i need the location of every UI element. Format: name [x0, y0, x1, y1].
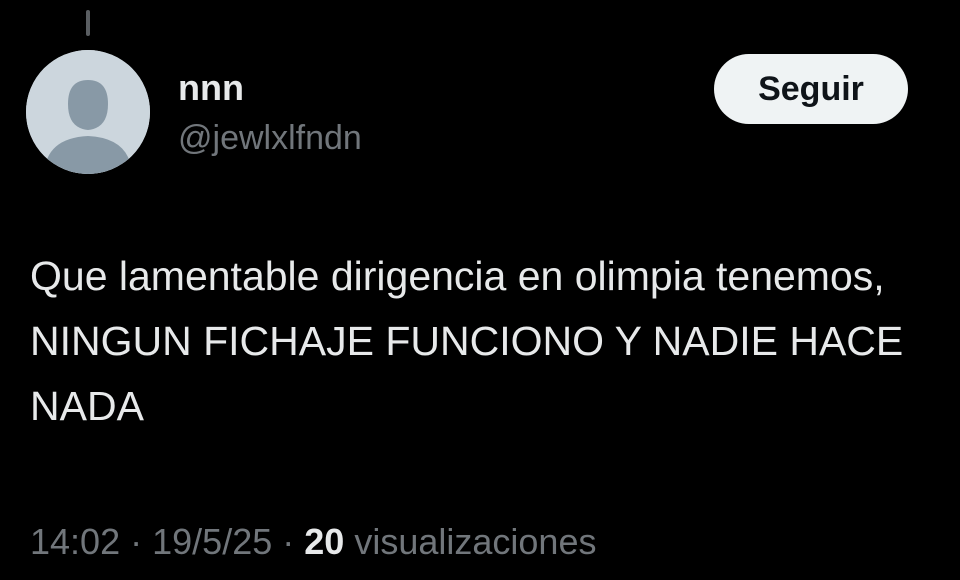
meta-separator: · — [130, 521, 143, 562]
follow-button[interactable]: Seguir — [714, 54, 908, 124]
tweet-text: Que lamentable dirigencia en olimpia ten… — [30, 253, 904, 429]
thread-connector-line — [86, 10, 90, 36]
tweet-date[interactable]: 19/5/25 — [152, 521, 272, 562]
author-handle[interactable]: @jewlxlfndn — [178, 116, 362, 160]
avatar[interactable] — [26, 50, 150, 174]
author-display-name[interactable]: nnn — [178, 66, 244, 110]
tweet-meta: 14:02 · 19/5/25 · 20 visualizaciones — [30, 518, 596, 566]
views-count: 20 — [304, 521, 345, 562]
default-avatar-icon — [26, 50, 150, 174]
tweet-time[interactable]: 14:02 — [30, 521, 120, 562]
meta-separator: · — [282, 521, 295, 562]
views-label: visualizaciones — [354, 521, 597, 562]
